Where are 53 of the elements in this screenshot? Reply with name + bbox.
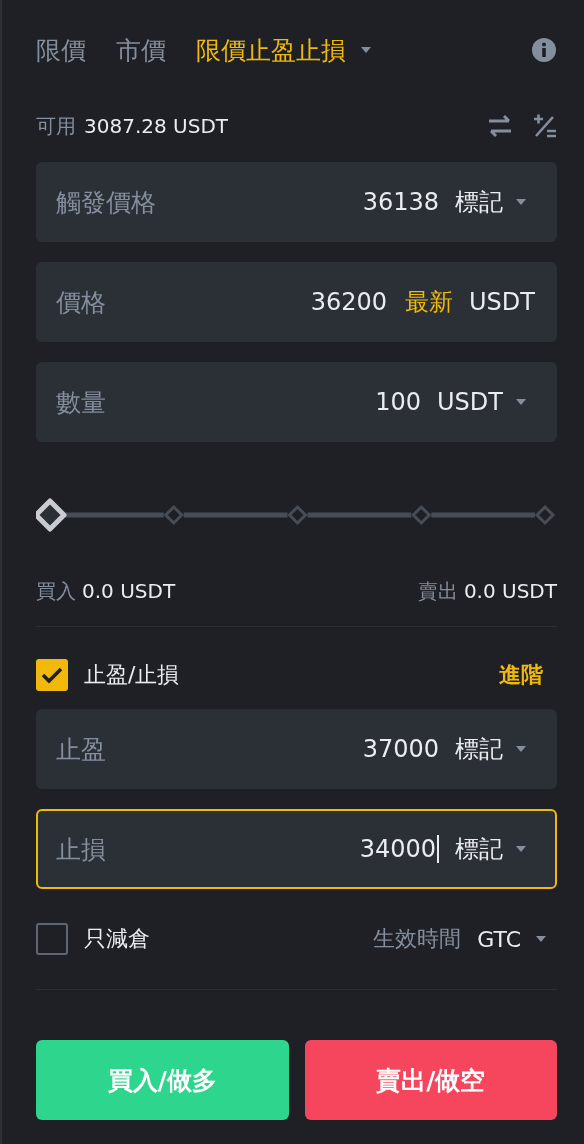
slider-step-icon[interactable]	[287, 504, 308, 526]
field-value: 100	[375, 388, 422, 416]
slider-step-icon[interactable]	[411, 504, 432, 526]
input-field[interactable]: 數量 100 USDT	[36, 362, 557, 442]
time-in-force-label: 生效時間	[373, 925, 462, 953]
unit-label: USDT	[469, 288, 535, 316]
caret-icon	[515, 198, 527, 206]
checkbox[interactable]	[36, 659, 68, 691]
caret-icon	[515, 398, 527, 406]
sell-amount-value: 0.0 USDT	[463, 579, 557, 603]
caret-icon	[515, 845, 527, 853]
unit-dropdown[interactable]: USDT	[437, 388, 535, 416]
order-type-tab[interactable]: 限價	[36, 33, 86, 67]
buy-amount-value: 0.0 USDT	[82, 579, 176, 603]
field-value: 34000	[359, 835, 436, 863]
input-field[interactable]: 價格 36200 最新 USDT	[36, 262, 557, 342]
slider-thumb[interactable]	[36, 498, 67, 532]
slider-step-icon[interactable]	[534, 504, 556, 526]
field-label: 止盈	[56, 733, 107, 766]
check-icon	[41, 666, 63, 684]
caret-icon	[360, 46, 372, 54]
checkbox-label: 止盈/止損	[84, 661, 180, 689]
caret-icon	[535, 935, 547, 943]
transfer-icon[interactable]	[487, 115, 513, 137]
unit-dropdown[interactable]: 標記	[455, 186, 535, 218]
latest-price-label[interactable]: 最新	[405, 286, 454, 318]
field-value: 36138	[362, 188, 439, 216]
field-label: 價格	[56, 286, 107, 319]
checkbox-label: 只減倉	[84, 925, 150, 953]
unit-dropdown[interactable]: 標記	[455, 733, 535, 765]
field-value: 37000	[362, 735, 439, 763]
field-value: 36200	[310, 288, 388, 316]
sell-amount-label: 賣出	[417, 577, 458, 605]
available-label: 可用	[36, 112, 76, 140]
field-label: 觸發價格	[56, 186, 157, 219]
info-icon[interactable]	[531, 37, 557, 63]
slider-step-icon[interactable]	[163, 504, 184, 526]
field-label: 止損	[56, 833, 107, 866]
time-in-force-dropdown[interactable]: GTC	[477, 926, 547, 952]
input-field[interactable]: 止損 34000 標記	[36, 809, 557, 889]
field-label: 數量	[56, 386, 107, 419]
available-balance: 3087.28 USDT	[84, 114, 228, 138]
buy-amount-label: 買入	[36, 577, 76, 605]
advanced-link[interactable]: 進階	[499, 660, 543, 690]
caret-icon	[515, 745, 527, 753]
checkbox[interactable]	[36, 923, 68, 955]
input-field[interactable]: 觸發價格 36138 標記	[36, 162, 557, 242]
unit-dropdown[interactable]: 標記	[455, 833, 535, 865]
input-field[interactable]: 止盈 37000 標記	[36, 709, 557, 789]
sell-button[interactable]: 賣出/做空	[304, 1040, 557, 1120]
order-type-tab[interactable]: 市價	[116, 33, 166, 67]
order-type-tab[interactable]: 限價止盈止損	[196, 33, 372, 67]
calculator-icon[interactable]	[533, 114, 557, 138]
